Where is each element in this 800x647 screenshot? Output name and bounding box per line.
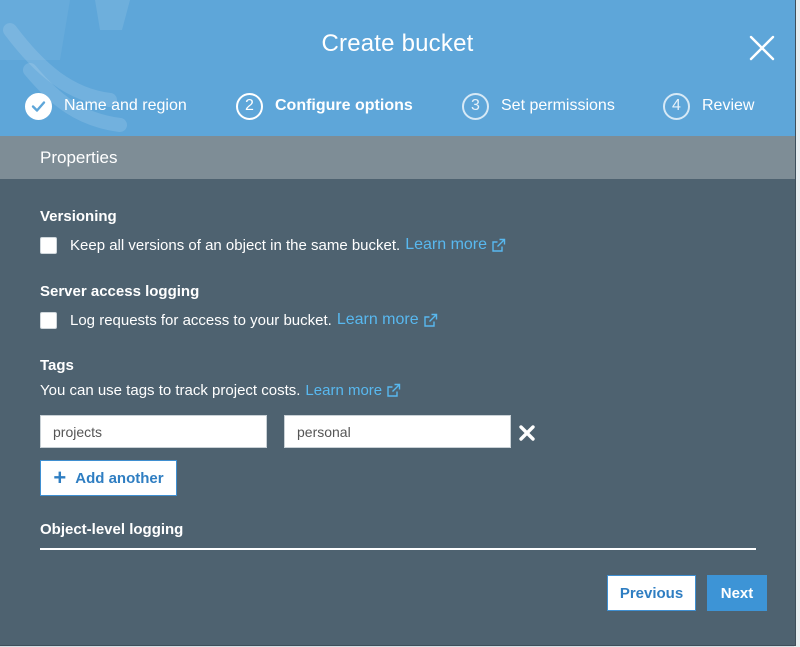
tags-description-row: You can use tags to track project costs.… xyxy=(40,382,401,399)
server-access-logging-checkbox[interactable] xyxy=(40,311,57,329)
dialog-title: Create bucket xyxy=(321,30,474,57)
tags-learn-more-link[interactable]: Learn more xyxy=(305,382,401,399)
plus-icon: + xyxy=(53,465,67,490)
external-link-icon xyxy=(387,383,401,397)
step-number: 3 xyxy=(462,92,489,120)
previous-button[interactable]: Previous xyxy=(607,575,696,611)
step-label: Review xyxy=(702,97,755,114)
dialog-header: Create bucket Name and region 2 Configur… xyxy=(0,0,795,136)
remove-tag-icon[interactable] xyxy=(518,424,536,442)
add-another-label: Add another xyxy=(75,469,164,487)
next-button[interactable]: Next xyxy=(707,575,767,611)
versioning-learn-more-link[interactable]: Learn more xyxy=(405,236,506,254)
link-text: Learn more xyxy=(305,382,383,399)
step-set-permissions[interactable]: 3 Set permissions xyxy=(462,90,615,122)
server-access-logging-heading: Server access logging xyxy=(40,283,200,300)
step-number: 2 xyxy=(236,92,263,120)
tag-key-input[interactable] xyxy=(40,415,267,448)
create-bucket-dialog: Create bucket Name and region 2 Configur… xyxy=(0,0,796,646)
add-another-tag-button[interactable]: + Add another xyxy=(40,460,177,496)
step-label: Configure options xyxy=(275,97,413,114)
checkmark-icon xyxy=(25,92,52,120)
tag-value-input[interactable] xyxy=(284,415,511,448)
step-number: 4 xyxy=(663,92,690,120)
server-access-logging-text: Log requests for access to your bucket. xyxy=(70,311,332,329)
wizard-steps: Name and region 2 Configure options 3 Se… xyxy=(0,90,795,122)
versioning-heading: Versioning xyxy=(40,208,117,225)
external-link-icon xyxy=(423,313,437,327)
section-divider xyxy=(40,548,756,550)
tags-heading: Tags xyxy=(40,357,74,374)
step-name-and-region[interactable]: Name and region xyxy=(25,90,187,122)
server-access-logging-option: Log requests for access to your bucket. … xyxy=(40,311,438,329)
object-level-logging-heading: Object-level logging xyxy=(40,521,184,538)
step-label: Set permissions xyxy=(501,97,615,114)
versioning-option: Keep all versions of an object in the sa… xyxy=(40,236,506,254)
close-icon[interactable] xyxy=(748,34,776,62)
server-access-logging-learn-more-link[interactable]: Learn more xyxy=(337,311,438,329)
external-link-icon xyxy=(492,238,506,252)
step-label: Name and region xyxy=(64,97,187,114)
section-title: Properties xyxy=(40,148,118,167)
step-review[interactable]: 4 Review xyxy=(663,90,754,122)
versioning-text: Keep all versions of an object in the sa… xyxy=(70,236,401,254)
step-configure-options[interactable]: 2 Configure options xyxy=(236,90,413,122)
tags-description: You can use tags to track project costs. xyxy=(40,382,301,399)
versioning-checkbox[interactable] xyxy=(40,236,57,254)
properties-section-bar: Properties xyxy=(0,136,795,179)
link-text: Learn more xyxy=(336,311,419,328)
link-text: Learn more xyxy=(405,236,488,253)
